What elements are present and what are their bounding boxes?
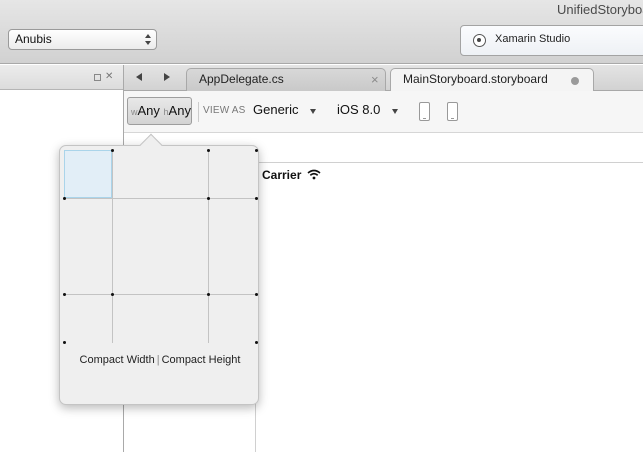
os-dropdown-icon[interactable]	[392, 109, 398, 114]
grid-dot	[255, 293, 258, 296]
width-value: Any	[137, 103, 160, 118]
grid-dot	[63, 341, 66, 344]
size-class-button[interactable]: wAny hAny	[127, 97, 192, 125]
status-area: Xamarin Studio	[460, 25, 643, 56]
tab-mainstoryboard[interactable]: MainStoryboard.storyboard	[390, 68, 594, 92]
grid-dot	[255, 149, 258, 152]
grid-dot	[207, 197, 210, 200]
portrait-device-icon[interactable]	[419, 102, 430, 121]
grid-dot	[63, 293, 66, 296]
configuration-select[interactable]: Anubis	[8, 29, 157, 50]
grid-line	[208, 150, 209, 343]
main-toolbar: UnifiedStoryboard Anubis Xamarin Studio	[0, 0, 643, 64]
view-as-label: VIEW AS	[203, 105, 246, 116]
pad-header: ✕	[0, 65, 123, 90]
ide-window: UnifiedStoryboard Anubis Xamarin Studio …	[0, 0, 643, 452]
compact-height-label: Compact Height	[161, 354, 241, 366]
device-dropdown-icon[interactable]	[310, 109, 316, 114]
grid-dot	[111, 293, 114, 296]
device-select[interactable]: Generic	[253, 102, 299, 117]
designer-toolbar: wAny hAny VIEW AS Generic iOS 8.0	[124, 91, 643, 133]
grid-line	[112, 150, 113, 343]
grid-dot	[255, 341, 258, 344]
grid-dot	[63, 197, 66, 200]
tab-label: MainStoryboard.storyboard	[403, 72, 548, 86]
status-text: Xamarin Studio	[495, 33, 571, 45]
toolbar-divider	[198, 102, 199, 122]
grid-dot	[111, 149, 114, 152]
tab-close-icon[interactable]: ×	[371, 69, 379, 90]
size-class-grid[interactable]	[63, 149, 258, 344]
wifi-icon	[307, 169, 321, 180]
status-indicator-icon	[473, 34, 486, 47]
grid-line	[64, 294, 257, 295]
size-class-caption: Compact Width | Compact Height	[60, 354, 260, 366]
pad-close-icon[interactable]: ✕	[105, 72, 113, 82]
os-version-select[interactable]: iOS 8.0	[337, 102, 380, 117]
window-title: UnifiedStoryboard	[557, 2, 643, 17]
pad-maximize-icon[interactable]	[94, 74, 101, 81]
size-class-popover: Compact Width | Compact Height	[59, 133, 260, 405]
grid-dot	[207, 149, 210, 152]
nav-back-icon[interactable]	[136, 73, 142, 81]
grid-dot	[207, 293, 210, 296]
compact-width-label: Compact Width	[79, 354, 155, 366]
height-value: Any	[168, 103, 191, 118]
caption-separator: |	[156, 354, 160, 366]
nav-forward-icon[interactable]	[164, 73, 170, 81]
tab-label: AppDelegate.cs	[199, 72, 284, 86]
configuration-value: Anubis	[15, 32, 52, 46]
selected-size-cell[interactable]	[64, 150, 112, 198]
grid-line	[64, 198, 257, 199]
unsaved-dot-icon[interactable]	[571, 77, 579, 85]
landscape-device-icon[interactable]	[447, 102, 458, 121]
tab-appdelegate[interactable]: AppDelegate.cs ×	[186, 68, 386, 91]
grid-dot	[255, 197, 258, 200]
carrier-label: Carrier	[262, 168, 302, 182]
select-arrows-icon	[145, 34, 151, 45]
scene-top-edge	[255, 162, 643, 163]
document-tabbar: AppDelegate.cs × MainStoryboard.storyboa…	[124, 65, 643, 92]
